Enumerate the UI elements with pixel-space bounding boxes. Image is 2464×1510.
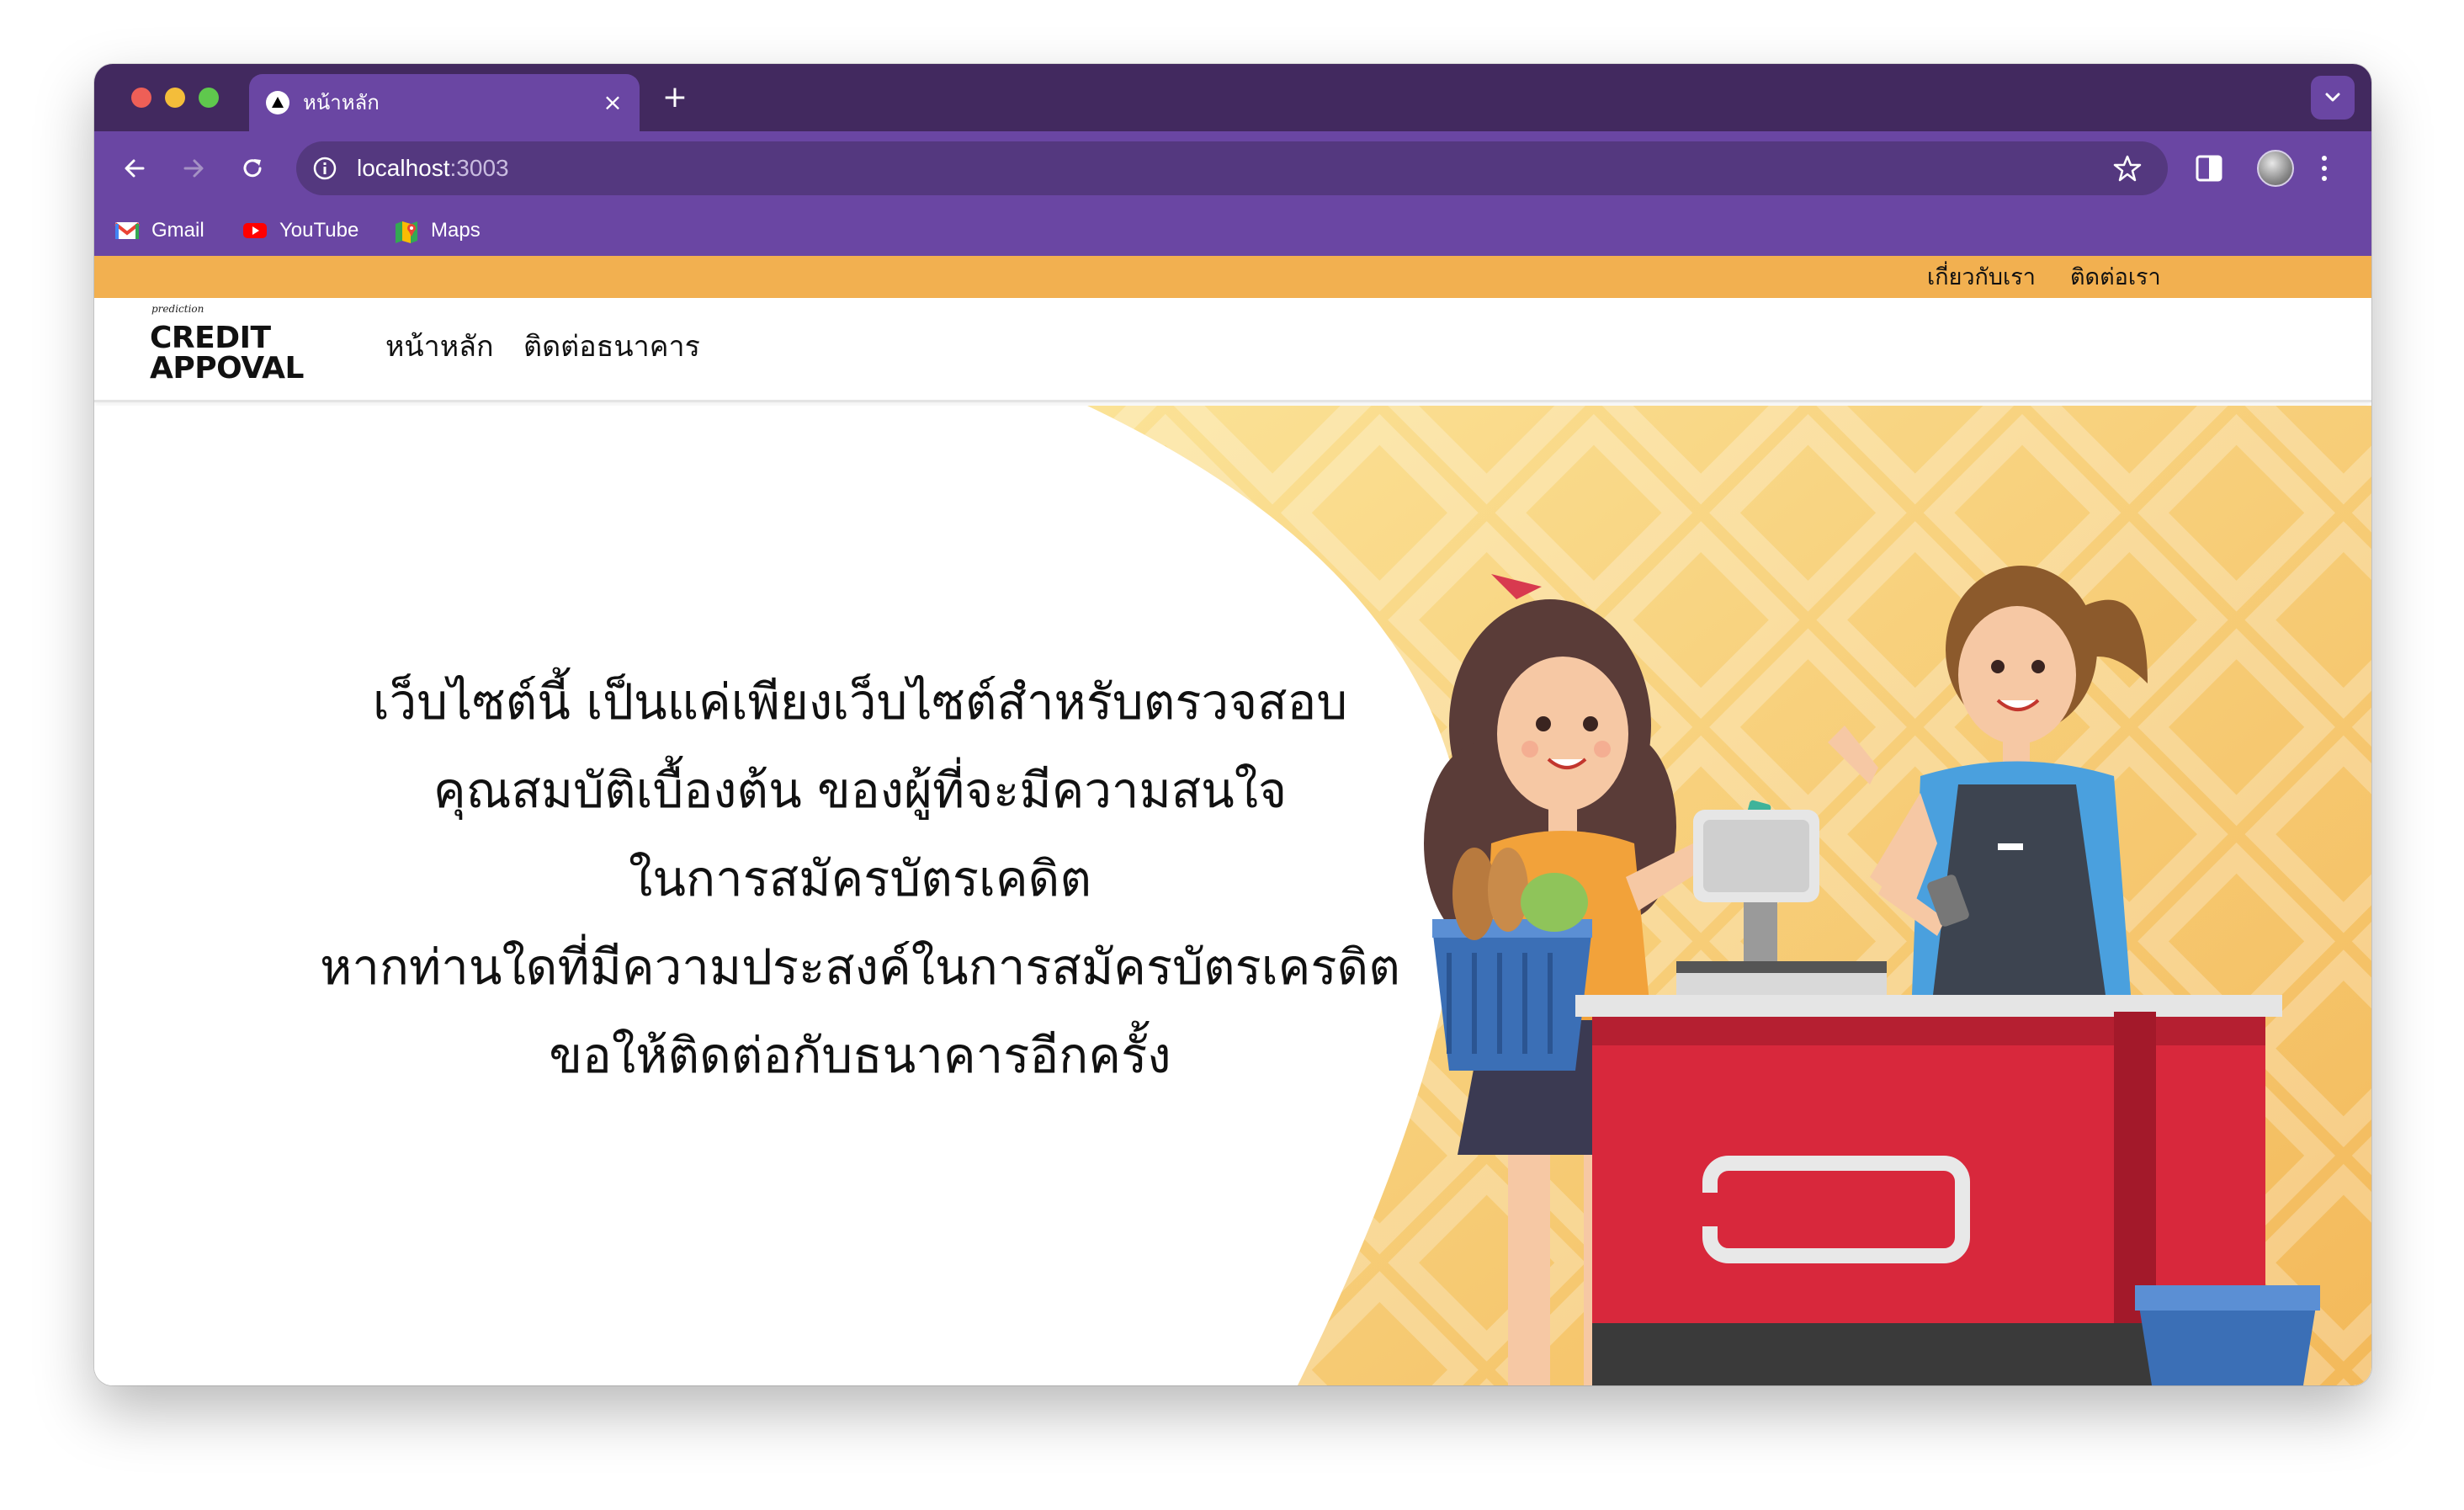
bookmark-label: YouTube [279,219,359,242]
url-text[interactable]: localhost:3003 [357,155,509,182]
maximize-window-button[interactable] [199,88,219,108]
back-button[interactable] [116,150,153,187]
profile-avatar-icon[interactable] [2257,150,2294,187]
chevron-down-icon [2325,93,2340,102]
site-info-icon[interactable] [311,155,338,182]
tab-search-button[interactable] [2311,76,2355,120]
bookmarks-bar: Gmail YouTube Maps [94,205,2371,256]
logo-line-1: CREDIT [150,321,271,355]
minimize-window-button[interactable] [165,88,185,108]
new-tab-button[interactable]: + [660,82,690,113]
hero-line-5: ขอให้ติดต่อกับธนาคารอีกครั้ง [549,1027,1171,1084]
nav-home-link[interactable]: หน้าหลัก [385,328,494,365]
tab-close-icon[interactable]: × [599,89,626,116]
bookmark-youtube[interactable]: YouTube [242,215,358,246]
hero-line-1: เว็บไซต์นี้ เป็นแค่เพียงเว็บไซต์สำหรับตร… [372,673,1348,731]
maps-icon [394,221,419,243]
address-bar[interactable]: localhost:3003 [296,141,2168,195]
forward-button[interactable] [175,150,212,187]
tab-title: หน้าหลัก [303,91,380,114]
browser-tab-active[interactable]: หน้าหลัก × [249,74,640,131]
logo-script-text: prediction [151,303,204,315]
arrow-right-icon [183,159,204,178]
side-panel-icon[interactable] [2195,152,2225,185]
youtube-icon [242,221,268,241]
more-menu-icon[interactable] [2318,150,2331,187]
browser-window: หน้าหลัก × + localhost:3003 Gmail YouTub… [94,64,2371,1385]
url-host: localhost [357,155,450,181]
top-links-bar: เกี่ยวกับเรา ติดต่อเรา [94,256,2371,298]
reload-icon [243,159,262,178]
bookmark-gmail[interactable]: Gmail [114,215,204,246]
bookmark-label: Gmail [151,219,204,242]
hero-line-4: หากท่านใดที่มีความประสงค์ในการสมัครบัตรเ… [320,938,1400,996]
logo-line-2: APPOVAL [150,351,305,385]
main-navbar: prediction CREDIT APPOVAL หน้าหลัก ติดต่… [94,298,2371,402]
bookmark-star-icon[interactable] [2112,153,2143,183]
contact-us-link[interactable]: ติดต่อเรา [2070,263,2161,293]
hero-line-2: คุณสมบัติเบื้องต้น ของผู้ที่จะมีความสนใจ [433,762,1288,819]
tab-strip: หน้าหลัก × + [94,64,2371,131]
browser-toolbar: localhost:3003 [94,131,2371,205]
hero-section: เว็บไซต์นี้ เป็นแค่เพียงเว็บไซต์สำหรับตร… [94,406,2371,1385]
bookmark-maps[interactable]: Maps [394,215,481,246]
reload-button[interactable] [234,150,271,187]
close-window-button[interactable] [131,88,151,108]
arrow-left-icon [125,159,145,178]
bookmark-label: Maps [431,219,481,242]
about-us-link[interactable]: เกี่ยวกับเรา [1927,263,2036,293]
hero-message: เว็บไซต์นี้ เป็นแค่เพียงเว็บไซต์สำหรับตร… [212,658,1508,1100]
nextjs-favicon-icon [266,91,289,114]
nav-contact-bank-link[interactable]: ติดต่อธนาคาร [523,328,700,365]
hero-line-3: ในการสมัครบัตรเคดิต [629,850,1091,907]
web-page: เกี่ยวกับเรา ติดต่อเรา prediction CREDIT… [94,256,2371,1385]
gmail-icon [114,221,141,241]
site-logo[interactable]: prediction CREDIT APPOVAL [150,303,318,396]
url-port: :3003 [449,155,509,181]
